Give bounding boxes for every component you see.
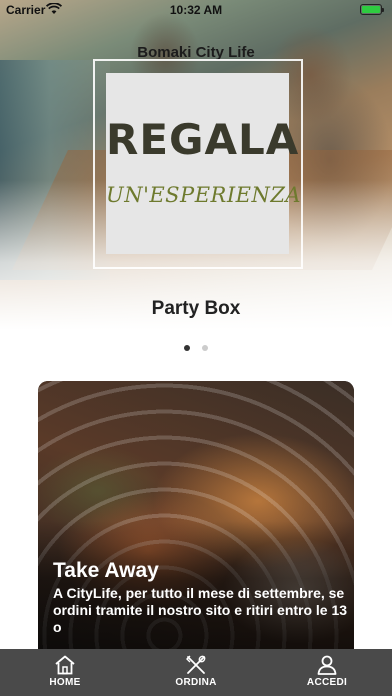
promo-headline: REGALA	[106, 115, 300, 164]
carousel-dot[interactable]	[202, 345, 209, 351]
tab-accedi-label: ACCEDI	[306, 677, 348, 688]
user-icon	[317, 655, 337, 675]
tab-home[interactable]: HOME	[15, 649, 115, 696]
tab-home-label: HOME	[49, 677, 81, 688]
battery-level	[362, 6, 380, 13]
tab-ordina-label: ORDINA	[175, 677, 217, 688]
promo-banner[interactable]: REGALA UN'ESPERIENZA	[106, 73, 302, 254]
take-away-card[interactable]: Take Away A CityLife, per tutto il mese …	[38, 381, 354, 649]
promo-subheadline: UN'ESPERIENZA	[106, 183, 302, 207]
card-description: A CityLife, per tutto il mese di settemb…	[53, 585, 348, 635]
utensils-icon	[186, 655, 206, 674]
tab-accedi[interactable]: ACCEDI	[277, 649, 377, 696]
status-time: 10:32 AM	[169, 3, 223, 17]
status-bar: Carrier 10:32 AM	[0, 0, 392, 20]
battery-icon	[360, 4, 384, 15]
carousel-dot-active[interactable]	[183, 345, 190, 351]
slide-title: Party Box	[151, 298, 241, 319]
home-icon	[55, 655, 75, 675]
carousel-dots[interactable]	[0, 338, 392, 356]
tab-bar: HOME ORDINA ACCEDI	[0, 649, 392, 696]
tab-ordina[interactable]: ORDINA	[146, 649, 246, 696]
card-title: Take Away	[53, 559, 159, 582]
